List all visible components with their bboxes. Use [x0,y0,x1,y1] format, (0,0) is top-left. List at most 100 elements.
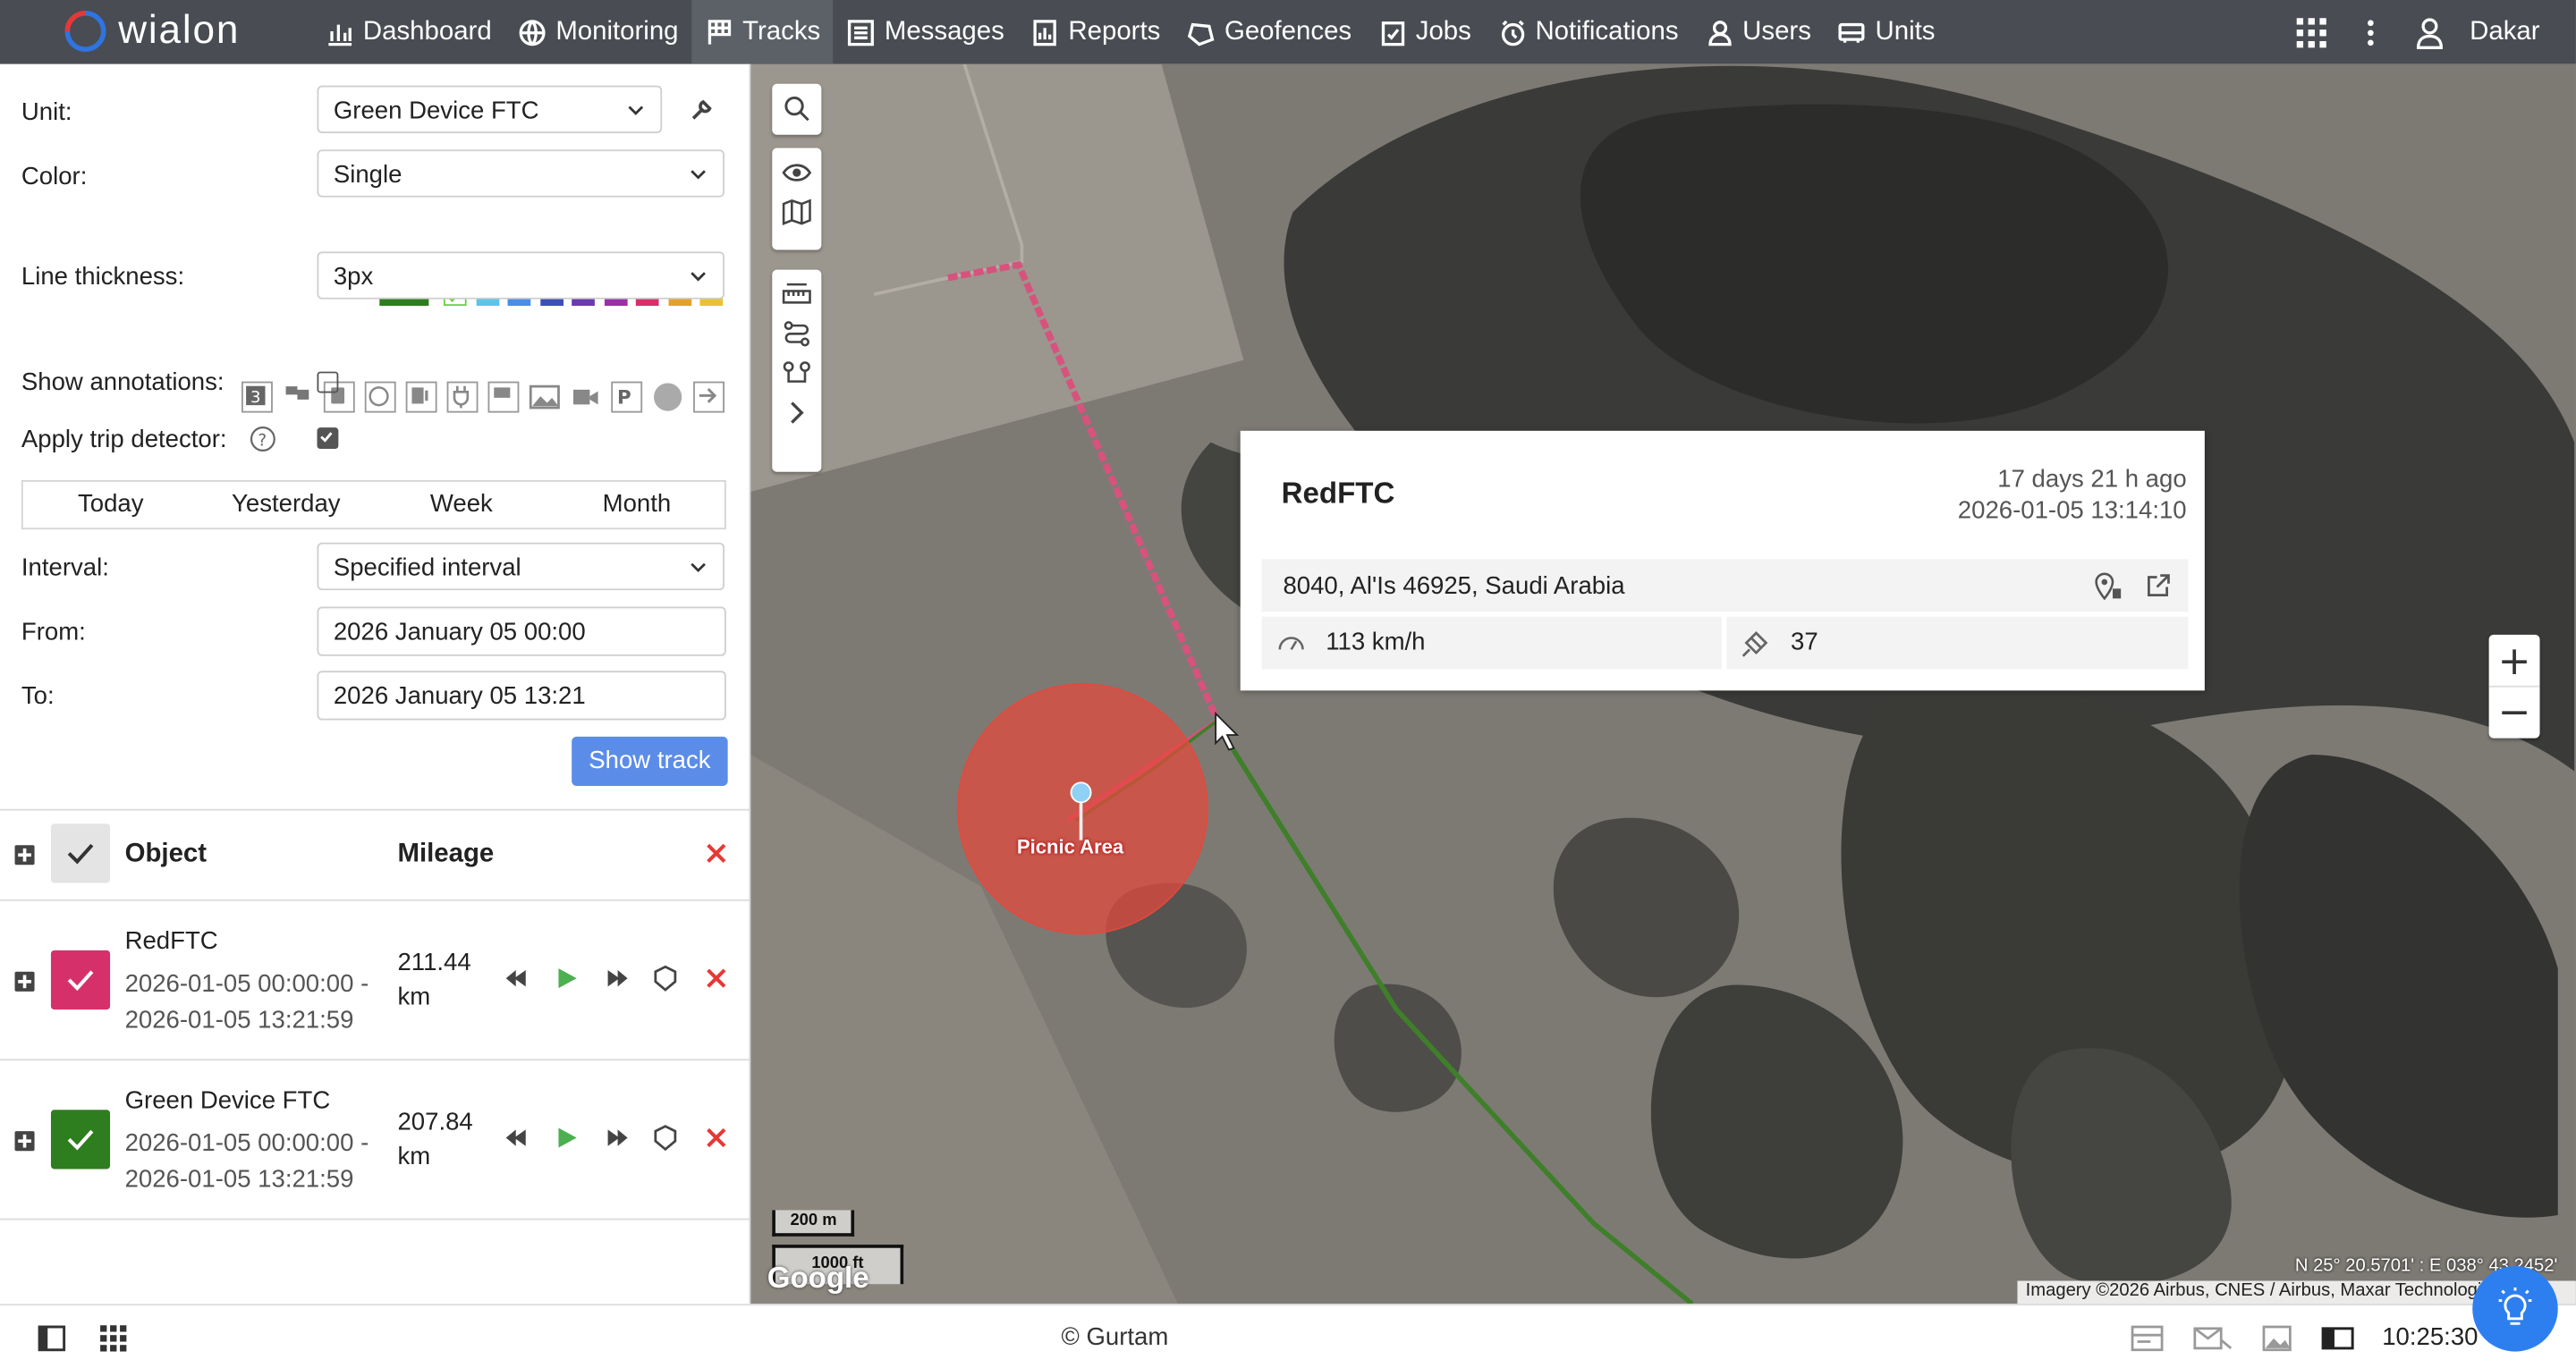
user-name[interactable]: Dakar [2470,17,2539,46]
chevron-right-icon[interactable] [782,398,811,427]
nav-jobs[interactable]: Jobs [1365,0,1485,64]
color-select-value: Single [333,161,402,190]
globe-icon [520,19,547,46]
nav-dashboard[interactable]: Dashboard [312,0,504,64]
assistant-button[interactable] [2472,1265,2558,1352]
nav-reports[interactable]: Reports [1017,0,1174,64]
geofence-create-icon[interactable] [650,964,680,993]
thickness-select[interactable]: 3px [317,251,724,300]
wrench-icon[interactable] [689,97,715,122]
annotation-fuel-icon[interactable] [405,381,437,413]
top-right-tools: Dakar [2283,0,2576,64]
select-all-checkbox[interactable] [50,823,111,883]
expand-row-icon[interactable] [14,1131,35,1152]
google-logo: Google [767,1261,869,1295]
play-icon[interactable] [554,1125,580,1151]
route-icon[interactable] [782,319,811,349]
skip-back-icon[interactable] [503,965,529,991]
geofence-create-icon[interactable] [650,1123,680,1153]
annotation-speed-icon[interactable] [364,381,396,413]
tab-month[interactable]: Month [549,482,724,528]
show-annotations-checkbox[interactable] [317,371,339,393]
search-icon[interactable] [782,94,811,123]
remove-row-icon[interactable] [707,968,726,988]
to-input[interactable]: 2026 January 05 13:21 [317,671,726,721]
remove-row-icon[interactable] [707,1127,726,1148]
nav-label: Messages [884,17,1004,46]
row-name: Green Device FTC [124,1086,331,1115]
skip-back-icon[interactable] [503,1125,529,1151]
zoom-out-icon[interactable] [2500,699,2528,727]
annotation-stop-icon[interactable] [652,381,684,413]
more-vertical-icon[interactable] [2355,15,2388,48]
user-account-icon[interactable] [2414,15,2447,49]
popup-address: 8040, Al'Is 46925, Saudi Arabia [1283,571,1625,601]
jobs-icon [1381,21,1404,46]
zoom-in-icon[interactable] [2500,648,2528,676]
grid-icon[interactable] [100,1325,127,1352]
annotation-number-icon[interactable]: 3 [241,381,273,413]
eye-icon[interactable] [782,158,812,188]
ruler-icon[interactable] [782,280,811,309]
popup-speed-row: 113 km/h [1261,616,1722,670]
interval-select-value: Specified interval [333,553,521,582]
color-select[interactable]: Single [317,149,724,198]
show-track-button[interactable]: Show track [572,736,728,786]
popup-title: RedFTC [1281,477,1395,511]
panel-layout-icon[interactable] [2321,1327,2354,1350]
expand-all-icon[interactable] [14,845,35,866]
sidebar-toggle-icon[interactable] [38,1325,66,1352]
nav-users[interactable]: Users [1691,0,1824,64]
check-icon [320,432,333,443]
nav-notifications[interactable]: Notifications [1485,0,1692,64]
nav-units[interactable]: Units [1825,0,1949,64]
tab-week[interactable]: Week [374,482,549,528]
apps-grid-icon[interactable] [2295,15,2328,48]
nav-tracks[interactable]: Tracks [691,0,834,64]
waypoints-icon[interactable] [782,359,811,388]
annotation-image-icon[interactable] [529,381,561,413]
tab-yesterday[interactable]: Yesterday [199,482,374,528]
wialon-logo[interactable]: wialon [63,8,240,54]
from-input[interactable]: 2026 January 05 00:00 [317,606,726,656]
annotation-parking-icon[interactable]: P [611,381,643,413]
map-layers-icon[interactable] [782,198,811,227]
geofence-label: Picnic Area [1016,835,1124,858]
remove-all-icon[interactable] [707,843,726,864]
tab-today[interactable]: Today [23,482,199,528]
play-icon[interactable] [554,965,580,991]
annotation-charging-icon[interactable] [446,381,479,413]
skip-forward-icon[interactable] [605,965,631,991]
nav-messages[interactable]: Messages [834,0,1018,64]
location-pin-icon[interactable] [2093,572,2123,602]
divider [0,899,750,901]
map-search-group [772,83,822,135]
satellite-icon [1741,631,1768,657]
help-icon[interactable]: ? [250,426,275,452]
annotation-video-icon[interactable] [570,381,602,413]
color-label: Color: [21,163,88,191]
copyright[interactable]: © Gurtam [1062,1323,1169,1351]
image-icon[interactable] [2262,1325,2292,1352]
row-checkbox[interactable] [50,950,111,1010]
external-link-icon[interactable] [2146,572,2172,598]
mail-icon[interactable] [2193,1325,2233,1351]
nav-geofences[interactable]: Geofences [1174,0,1365,64]
row-checkbox[interactable] [50,1110,111,1170]
user-icon [1707,20,1732,46]
divider [0,1218,750,1220]
header-object: Object [124,840,208,868]
expand-row-icon[interactable] [14,971,35,992]
chevron-down-icon [691,562,706,573]
annotation-arrow-icon[interactable] [693,381,724,413]
messages-tray-icon[interactable] [2131,1325,2164,1352]
nav-monitoring[interactable]: Monitoring [504,0,691,64]
skip-forward-icon[interactable] [605,1125,631,1151]
interval-select[interactable]: Specified interval [317,542,724,591]
annotation-flags-icon[interactable] [282,381,314,413]
svg-text:P: P [617,386,631,409]
annotation-flag-icon[interactable] [487,381,520,413]
popup-speed: 113 km/h [1326,628,1426,656]
unit-select[interactable]: Green Device FTC [317,85,663,133]
trip-detector-checkbox[interactable] [317,427,339,450]
